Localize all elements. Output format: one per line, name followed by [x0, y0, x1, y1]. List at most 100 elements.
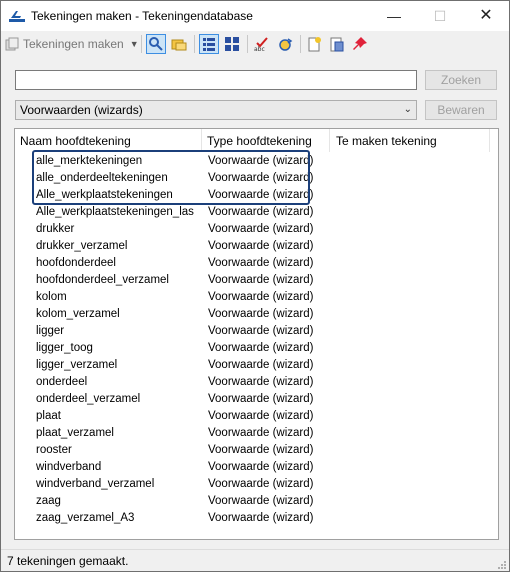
row-master-name: windverband_verzamel — [36, 478, 155, 490]
row-master-name: rooster — [36, 444, 72, 456]
row-master-type: Voorwaarde (wizard) — [208, 342, 314, 354]
maximize-button[interactable]: ☐ — [417, 1, 463, 31]
row-master-name: drukker_verzamel — [36, 240, 128, 252]
highlight-annotation-box — [32, 150, 310, 205]
row-master-name: plaat_verzamel — [36, 427, 114, 439]
row-master-name: Alle_werkplaatstekeningen_las — [36, 206, 194, 218]
document-properties-icon — [330, 37, 344, 52]
table-row[interactable]: windverband Voorwaarde (wizard) — [15, 459, 498, 476]
list-header: Naam hoofdtekening Type hoofdtekening Te… — [15, 129, 498, 152]
spell-check-icon: abc — [254, 37, 268, 52]
table-row[interactable]: zaag_verzamel_A3 Voorwaarde (wizard) — [15, 510, 498, 527]
filter-dropdown[interactable]: Voorwaarden (wizards) ⌄ — [15, 100, 417, 120]
minimize-button[interactable]: — — [371, 1, 417, 31]
resize-grip-icon[interactable] — [497, 560, 507, 570]
chevron-down-icon: ▼ — [129, 39, 139, 49]
folder-icon — [171, 39, 187, 51]
filter-selected-value: Voorwaarden (wizards) — [20, 103, 143, 117]
row-master-type: Voorwaarde (wizard) — [208, 478, 314, 490]
pin-icon — [353, 37, 367, 50]
table-row[interactable]: ligger_verzamel Voorwaarde (wizard) — [15, 357, 498, 374]
row-master-type: Voorwaarde (wizard) — [208, 461, 314, 473]
table-row[interactable]: kolom Voorwaarde (wizard) — [15, 289, 498, 306]
table-row[interactable]: drukker Voorwaarde (wizard) — [15, 221, 498, 238]
drawing-properties-button[interactable] — [327, 34, 347, 54]
list-view-button[interactable] — [199, 34, 219, 54]
table-row[interactable]: ligger Voorwaarde (wizard) — [15, 323, 498, 340]
row-master-name: ligger_verzamel — [36, 359, 118, 371]
row-master-name: drukker — [36, 223, 75, 235]
row-master-type: Voorwaarde (wizard) — [208, 495, 314, 507]
table-row[interactable]: plaat_verzamel Voorwaarde (wizard) — [15, 425, 498, 442]
row-master-type: Voorwaarde (wizard) — [208, 512, 314, 524]
table-row[interactable]: plaat Voorwaarde (wizard) — [15, 408, 498, 425]
row-master-type: Voorwaarde (wizard) — [208, 223, 314, 235]
row-master-type: Voorwaarde (wizard) — [208, 308, 314, 320]
toolbar-divider — [300, 35, 301, 53]
column-divider[interactable] — [489, 129, 490, 152]
row-master-type: Voorwaarde (wizard) — [208, 325, 314, 337]
row-master-type: Voorwaarde (wizard) — [208, 359, 314, 371]
status-bar: 7 tekeningen gemaakt. — [1, 549, 509, 572]
new-drawing-button[interactable] — [304, 34, 324, 54]
column-divider[interactable] — [201, 129, 202, 152]
window-title: Tekeningen maken - Tekeningendatabase — [31, 9, 253, 23]
toolbar-divider — [247, 35, 248, 53]
column-header-master-type[interactable]: Type hoofdtekening — [207, 134, 312, 148]
table-row[interactable]: kolom_verzamel Voorwaarde (wizard) — [15, 306, 498, 323]
table-row[interactable]: hoofdonderdeel Voorwaarde (wizard) — [15, 255, 498, 272]
refresh-icon — [279, 38, 293, 51]
thumbnail-view-button[interactable] — [222, 34, 242, 54]
table-row[interactable]: zaag Voorwaarde (wizard) — [15, 493, 498, 510]
svg-text:abc: abc — [254, 46, 265, 52]
status-text: 7 tekeningen gemaakt. — [7, 554, 129, 568]
table-row[interactable]: windverband_verzamel Voorwaarde (wizard) — [15, 476, 498, 493]
row-master-type: Voorwaarde (wizard) — [208, 240, 314, 252]
list-view-icon — [203, 38, 215, 51]
new-document-icon — [308, 37, 321, 52]
toolbar-divider — [194, 35, 195, 53]
row-master-name: kolom_verzamel — [36, 308, 120, 320]
table-row[interactable]: rooster Voorwaarde (wizard) — [15, 442, 498, 459]
row-master-type: Voorwaarde (wizard) — [208, 376, 314, 388]
search-button[interactable]: Zoeken — [425, 70, 497, 90]
spell-check-button[interactable]: abc — [252, 34, 272, 54]
row-master-type: Voorwaarde (wizard) — [208, 257, 314, 269]
table-row[interactable]: ligger_toog Voorwaarde (wizard) — [15, 340, 498, 357]
row-master-type: Voorwaarde (wizard) — [208, 444, 314, 456]
search-toggle-button[interactable] — [146, 34, 166, 54]
chevron-down-icon: ⌄ — [403, 104, 412, 115]
row-master-type: Voorwaarde (wizard) — [208, 291, 314, 303]
row-master-name: onderdeel_verzamel — [36, 393, 141, 405]
folder-button[interactable] — [169, 34, 189, 54]
close-button[interactable]: ✕ — [463, 1, 509, 31]
row-master-name: hoofdonderdeel — [36, 257, 116, 269]
create-drawings-icon — [5, 37, 19, 51]
row-master-type: Voorwaarde (wizard) — [208, 410, 314, 422]
row-master-type: Voorwaarde (wizard) — [208, 427, 314, 439]
column-divider[interactable] — [329, 129, 330, 152]
row-master-name: plaat — [36, 410, 61, 422]
refresh-button[interactable] — [275, 34, 295, 54]
title-bar: Tekeningen maken - Tekeningendatabase — … — [1, 1, 509, 31]
save-button[interactable]: Bewaren — [425, 100, 497, 120]
row-master-name: kolom — [36, 291, 67, 303]
table-row[interactable]: Alle_werkplaatstekeningen_las Voorwaarde … — [15, 204, 498, 221]
toolbar: Tekeningen maken ▼ abc — [1, 31, 509, 57]
create-drawings-dropdown[interactable]: Tekeningen maken ▼ — [5, 35, 139, 53]
table-row[interactable]: onderdeel_verzamel Voorwaarde (wizard) — [15, 391, 498, 408]
create-drawings-label: Tekeningen maken — [23, 37, 124, 51]
row-master-name: hoofdonderdeel_verzamel — [36, 274, 169, 286]
app-icon — [9, 11, 25, 22]
column-header-drawing-to-create[interactable]: Te maken tekening — [336, 134, 437, 148]
column-header-master-name[interactable]: Naam hoofdtekening — [20, 134, 131, 148]
drawings-list[interactable]: Naam hoofdtekening Type hoofdtekening Te… — [14, 128, 499, 540]
row-master-type: Voorwaarde (wizard) — [208, 206, 314, 218]
table-row[interactable]: onderdeel Voorwaarde (wizard) — [15, 374, 498, 391]
pin-button[interactable] — [350, 34, 370, 54]
table-row[interactable]: hoofdonderdeel_verzamel Voorwaarde (wizar… — [15, 272, 498, 289]
row-master-name: ligger — [36, 325, 65, 337]
magnifier-icon — [149, 37, 163, 51]
table-row[interactable]: drukker_verzamel Voorwaarde (wizard) — [15, 238, 498, 255]
search-input[interactable] — [15, 70, 417, 90]
